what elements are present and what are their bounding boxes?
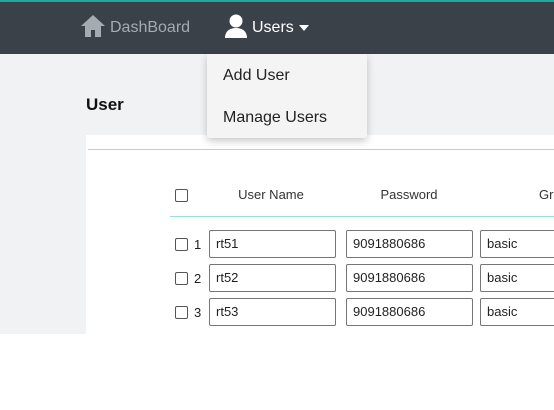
home-icon (80, 13, 106, 44)
column-header-password: Password (380, 187, 438, 202)
table-row: 1 rt51 9091880686 basic (86, 230, 554, 260)
user-icon (224, 13, 248, 44)
row-checkbox[interactable] (175, 272, 188, 285)
row-number: 3 (194, 305, 202, 320)
table-row: 2 rt52 9091880686 basic (86, 264, 554, 294)
users-dropdown-menu: Add User Manage Users (207, 54, 367, 138)
group-field[interactable]: basic (480, 230, 554, 258)
table-row: 3 rt53 9091880686 basic (86, 298, 554, 328)
row-number: 1 (194, 237, 202, 252)
username-field[interactable]: rt52 (209, 264, 336, 292)
column-header-username: User Name (238, 187, 304, 202)
panel-top-divider (88, 149, 554, 150)
menu-item-manage-users[interactable]: Manage Users (223, 109, 327, 127)
menu-item-add-user[interactable]: Add User (223, 67, 290, 85)
group-field[interactable]: basic (480, 298, 554, 326)
row-number: 2 (194, 271, 202, 286)
group-field[interactable]: basic (480, 264, 554, 292)
select-all-checkbox[interactable] (175, 189, 188, 202)
users-table-panel: User Name Password Gr 1 rt51 9091880686 … (86, 135, 554, 334)
caret-down-icon (298, 25, 309, 31)
top-navbar: DashBoard Users (0, 0, 554, 54)
nav-users-menu-toggle[interactable]: Users (224, 2, 309, 54)
row-checkbox[interactable] (175, 306, 188, 319)
nav-users-label: Users (252, 19, 294, 36)
username-field[interactable]: rt53 (209, 298, 336, 326)
password-field[interactable]: 9091880686 (346, 230, 473, 258)
username-field[interactable]: rt51 (209, 230, 336, 258)
column-header-group: Gr (539, 187, 554, 202)
header-divider (170, 216, 554, 217)
nav-dashboard[interactable]: DashBoard (80, 2, 190, 54)
page-title: User (86, 95, 124, 114)
password-field[interactable]: 9091880686 (346, 264, 473, 292)
password-field[interactable]: 9091880686 (346, 298, 473, 326)
row-checkbox[interactable] (175, 238, 188, 251)
nav-dashboard-label: DashBoard (110, 19, 191, 36)
